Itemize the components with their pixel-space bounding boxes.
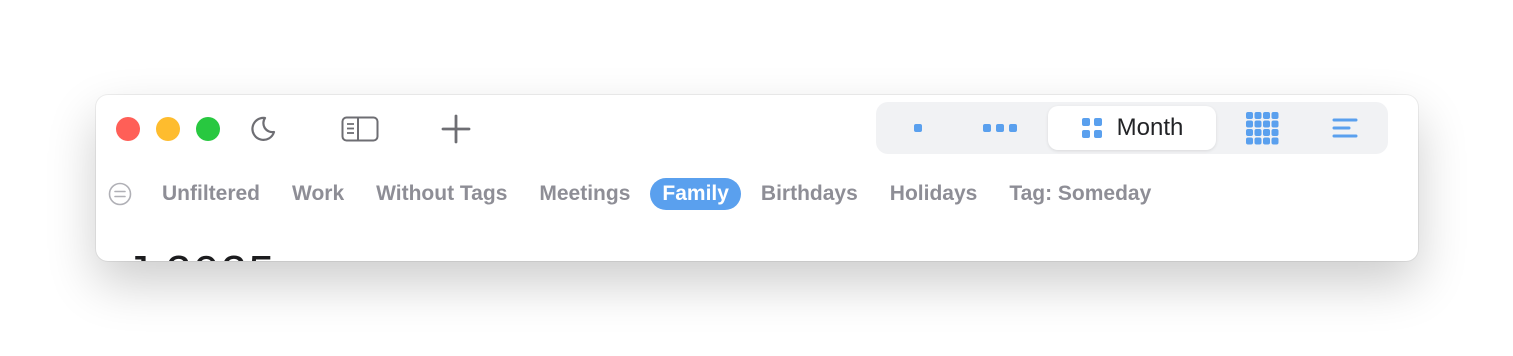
close-window-button[interactable] [116, 117, 140, 141]
minimize-window-button[interactable] [156, 117, 180, 141]
view-week-button[interactable] [960, 106, 1040, 150]
filter-menu-button[interactable] [108, 182, 132, 206]
three-dots-icon [983, 124, 1017, 132]
filter-meetings[interactable]: Meetings [527, 178, 642, 210]
list-lines-icon [1332, 118, 1358, 138]
sidebar-toggle-button[interactable] [340, 111, 380, 147]
filter-family[interactable]: Family [650, 178, 741, 210]
sidebar-toggle-icon [341, 116, 379, 142]
four-dots-grid-icon [1081, 118, 1102, 138]
filter-unfiltered[interactable]: Unfiltered [150, 178, 272, 210]
filter-birthdays[interactable]: Birthdays [749, 178, 870, 210]
moon-icon [251, 116, 276, 141]
calendar-window: Month Unfiltered Work Without Tags Meeti… [96, 95, 1418, 261]
filter-bar: Unfiltered Work Without Tags Meetings Fa… [150, 178, 1171, 210]
filter-without-tags[interactable]: Without Tags [364, 178, 519, 210]
view-month-label: Month [1116, 114, 1184, 141]
view-day-button[interactable] [882, 106, 954, 150]
plus-icon [441, 114, 471, 144]
view-year-button[interactable] [1222, 106, 1302, 150]
dark-mode-button[interactable] [246, 111, 280, 147]
add-event-button[interactable] [438, 111, 474, 147]
filter-holidays[interactable]: Holidays [878, 178, 990, 210]
filter-icon [108, 182, 132, 206]
view-month-button[interactable]: Month [1048, 106, 1216, 150]
zoom-window-button[interactable] [196, 117, 220, 141]
filter-work[interactable]: Work [280, 178, 356, 210]
dot-grid-icon [1246, 112, 1279, 145]
filter-tag-someday[interactable]: Tag: Someday [997, 178, 1163, 210]
view-switcher: Month [876, 102, 1388, 154]
view-list-button[interactable] [1308, 106, 1382, 150]
month-year-heading: J 2025 [126, 245, 276, 261]
single-dot-icon [914, 124, 922, 132]
